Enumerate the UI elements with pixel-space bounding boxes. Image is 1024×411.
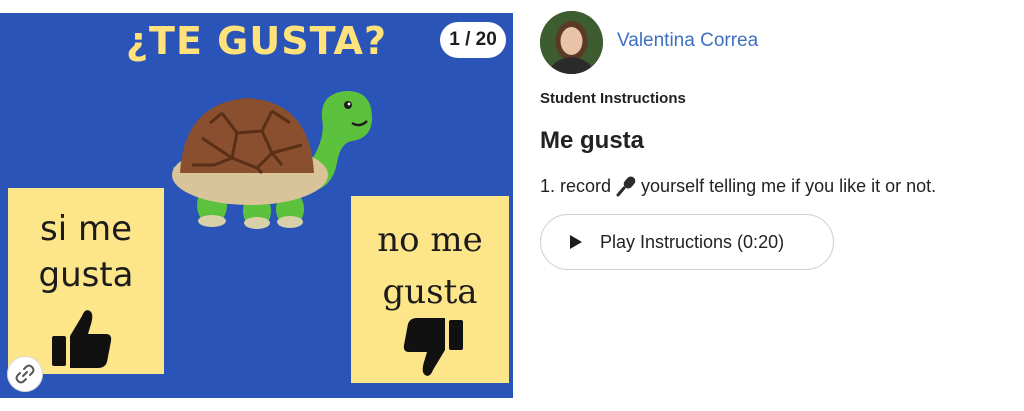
page-counter: 1 / 20 [440,22,506,58]
link-icon [15,364,35,384]
thumbs-up-icon [52,310,112,368]
teacher-name-link[interactable]: Valentina Correa [617,30,758,52]
card-like-text: si me gusta [38,209,134,295]
thumbs-down-icon [403,318,463,376]
avatar-image [540,11,603,74]
copy-link-button[interactable] [7,356,43,392]
microphone-icon [616,176,636,197]
play-instructions-button[interactable]: Play Instructions (0:20) [540,214,834,270]
teacher-avatar [540,11,603,74]
play-icon [570,235,582,249]
activity-title: Me gusta [540,127,645,154]
activity-view: ¿TE GUSTA? 1 / 20 si me gusta no me gust… [0,0,1024,411]
instruction-text: 1. record yourself telling me if you lik… [540,175,936,197]
instructions-label: Student Instructions [540,90,686,107]
play-instructions-label: Play Instructions (0:20) [600,231,785,252]
instruction-prefix: 1. record [540,175,612,196]
slide-title: ¿TE GUSTA? [126,19,387,63]
instruction-suffix: yourself telling me if you like it or no… [641,175,937,196]
card-dislike-text: no me gusta [377,220,483,312]
answer-card-like: si me gusta [8,188,164,374]
activity-slide: ¿TE GUSTA? 1 / 20 si me gusta no me gust… [0,13,513,398]
answer-card-dislike: no me gusta [351,196,509,383]
turtle-illustration [172,91,372,229]
